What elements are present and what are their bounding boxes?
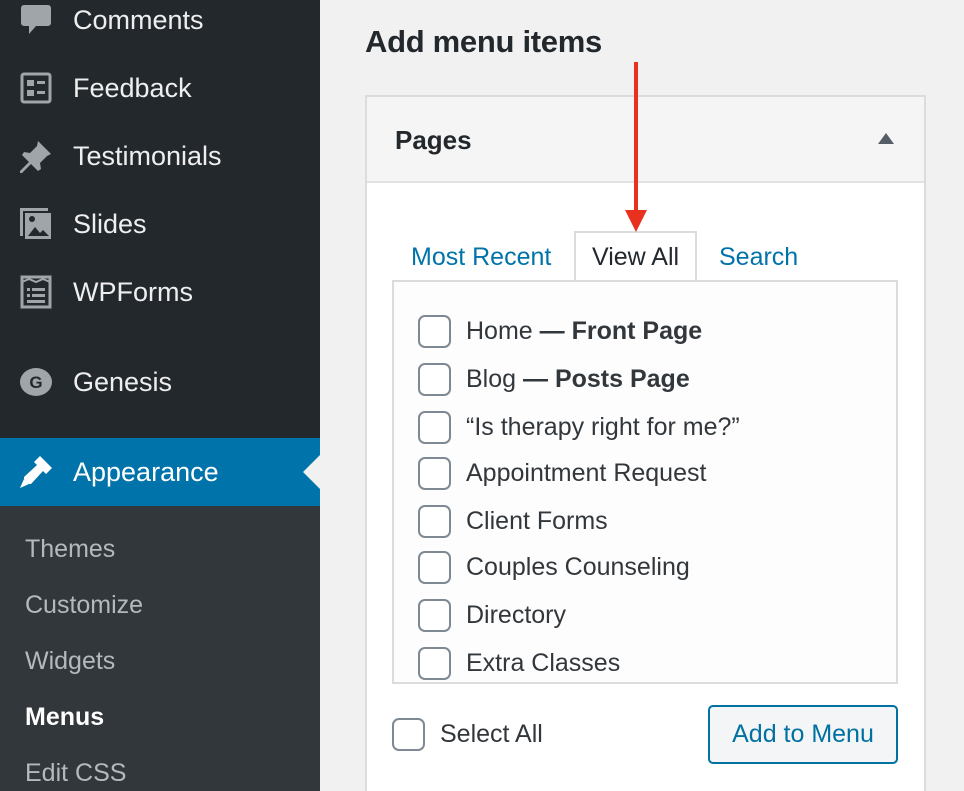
- sidebar-item-label: Comments: [73, 4, 204, 35]
- submenu-item-customize[interactable]: Customize: [25, 591, 143, 620]
- page-label: “Is therapy right for me?”: [466, 413, 740, 441]
- sidebar-item-label: WPForms: [73, 276, 193, 307]
- sidebar-item-label: Feedback: [73, 72, 192, 103]
- page-label: Extra Classes: [466, 649, 621, 677]
- sidebar-item-appearance[interactable]: Appearance: [0, 438, 320, 506]
- sidebar-item-testimonials[interactable]: Testimonials: [0, 122, 320, 190]
- list-item[interactable]: Directory: [418, 599, 566, 632]
- submenu-item-menus[interactable]: Menus: [25, 703, 104, 732]
- sidebar-item-comments[interactable]: Comments: [0, 0, 320, 54]
- list-item[interactable]: Couples Counseling: [418, 551, 690, 584]
- page-checkbox[interactable]: [418, 551, 451, 584]
- appearance-submenu: Themes Customize Widgets Menus Edit CSS: [0, 506, 320, 791]
- pages-checklist[interactable]: Home — Front Page Blog — Posts Page “Is …: [392, 280, 898, 684]
- list-item[interactable]: Blog — Posts Page: [418, 363, 690, 396]
- admin-sidebar: Comments Feedback Testimonials Slides WP…: [0, 0, 320, 791]
- comment-icon: [18, 2, 54, 38]
- page-label: Directory: [466, 601, 567, 629]
- list-item[interactable]: Client Forms: [418, 505, 608, 538]
- submenu-item-themes[interactable]: Themes: [25, 535, 115, 564]
- sidebar-item-label: Appearance: [73, 456, 219, 487]
- panel-title: Pages: [395, 125, 472, 155]
- svg-text:G: G: [29, 373, 42, 392]
- page-checkbox[interactable]: [418, 315, 451, 348]
- page-checkbox[interactable]: [418, 647, 451, 680]
- sidebar-item-genesis[interactable]: G Genesis: [0, 348, 320, 416]
- tab-most-recent[interactable]: Most Recent: [411, 243, 551, 272]
- wp-admin-page: Comments Feedback Testimonials Slides WP…: [0, 0, 964, 791]
- list-item[interactable]: Extra Classes: [418, 647, 620, 680]
- page-checkbox[interactable]: [418, 505, 451, 538]
- select-all[interactable]: Select All: [392, 718, 543, 751]
- select-all-checkbox[interactable]: [392, 718, 425, 751]
- submenu-item-widgets[interactable]: Widgets: [25, 647, 115, 676]
- list-item[interactable]: Home — Front Page: [418, 315, 702, 348]
- list-item[interactable]: “Is therapy right for me?”: [418, 411, 740, 444]
- sidebar-item-label: Testimonials: [73, 140, 222, 171]
- page-label: Blog: [466, 365, 517, 393]
- wpforms-icon: [18, 274, 54, 310]
- page-checkbox[interactable]: [418, 599, 451, 632]
- annotation-arrow-icon: [625, 62, 647, 232]
- page-label: Couples Counseling: [466, 553, 690, 581]
- sidebar-item-label: Genesis: [73, 366, 173, 397]
- add-to-menu-button[interactable]: Add to Menu: [708, 705, 898, 764]
- page-dash: —: [523, 365, 548, 393]
- sidebar-item-label: Slides: [73, 208, 147, 239]
- page-label: Client Forms: [466, 507, 608, 535]
- collapse-arrow-icon[interactable]: [878, 133, 894, 144]
- sidebar-item-feedback[interactable]: Feedback: [0, 54, 320, 122]
- brush-icon: [18, 454, 54, 490]
- page-checkbox[interactable]: [418, 411, 451, 444]
- genesis-icon: G: [18, 364, 54, 400]
- list-item[interactable]: Appointment Request: [418, 457, 706, 490]
- sidebar-item-slides[interactable]: Slides: [0, 190, 320, 258]
- slides-icon: [18, 206, 54, 242]
- page-suffix: Front Page: [571, 317, 703, 345]
- page-suffix: Posts Page: [554, 365, 690, 393]
- page-dash: —: [539, 317, 565, 345]
- page-label: Appointment Request: [466, 459, 707, 487]
- select-all-label: Select All: [440, 720, 543, 748]
- sidebar-item-wpforms[interactable]: WPForms: [0, 258, 320, 326]
- section-heading: Add menu items: [365, 24, 602, 59]
- pin-icon: [18, 138, 54, 174]
- page-checkbox[interactable]: [418, 363, 451, 396]
- tab-search[interactable]: Search: [719, 243, 798, 272]
- feedback-icon: [18, 70, 54, 106]
- page-label: Home: [466, 317, 533, 345]
- page-checkbox[interactable]: [418, 457, 451, 490]
- submenu-item-edit-css[interactable]: Edit CSS: [25, 759, 126, 788]
